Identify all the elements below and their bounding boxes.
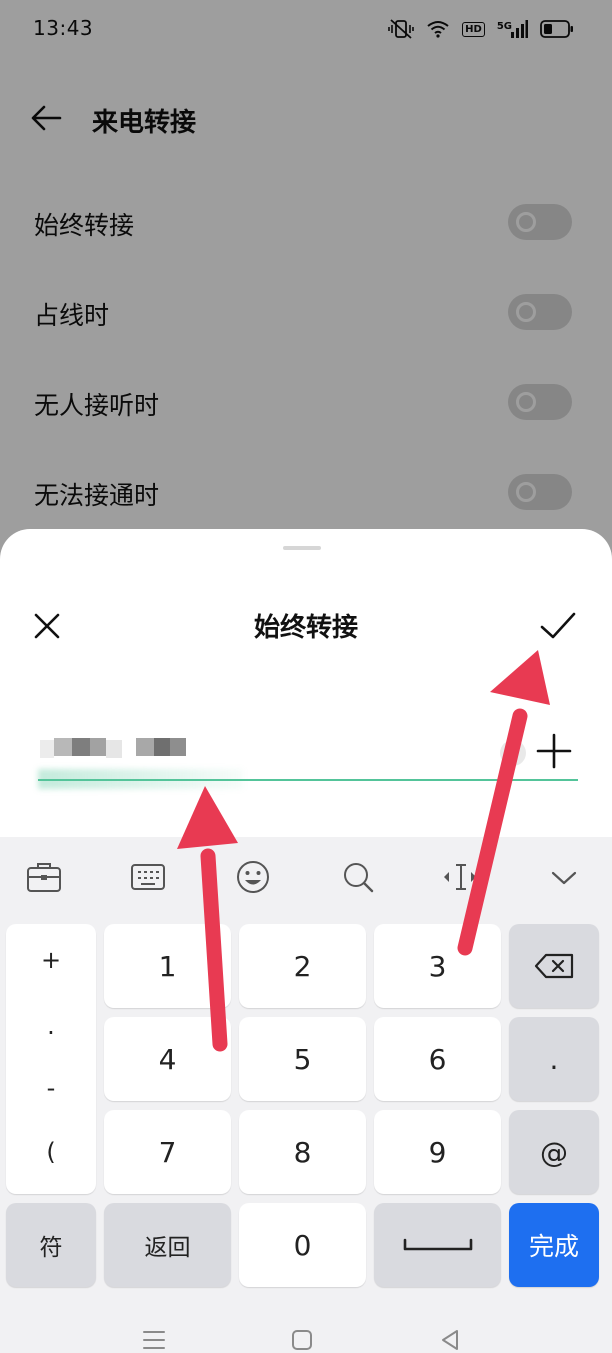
key-3[interactable]: 3	[374, 924, 501, 1008]
input-underline	[38, 779, 578, 781]
chevron-down-icon[interactable]	[544, 859, 584, 895]
back-key[interactable]: 返回	[104, 1203, 231, 1287]
key-at[interactable]: @	[509, 1110, 599, 1194]
key-7[interactable]: 7	[104, 1110, 231, 1194]
key-2[interactable]: 2	[239, 924, 366, 1008]
sheet-title: 始终转接	[253, 613, 358, 643]
symbol-dash[interactable]: -	[6, 1074, 96, 1102]
key-6[interactable]: 6	[374, 1017, 501, 1101]
numeric-keyboard: + . - ( 1 2 3 4 5 6 7 8 9 . @ 符 返回 0 完成	[0, 837, 612, 1353]
key-4[interactable]: 4	[104, 1017, 231, 1101]
key-5[interactable]: 5	[239, 1017, 366, 1101]
search-icon[interactable]	[338, 859, 378, 895]
done-key[interactable]: 完成	[509, 1203, 599, 1287]
forward-number-input[interactable]	[38, 729, 578, 789]
toolbox-icon[interactable]	[24, 859, 64, 895]
symbols-key[interactable]: 符	[6, 1203, 96, 1287]
space-key[interactable]	[374, 1203, 501, 1287]
key-period[interactable]: .	[509, 1017, 599, 1101]
system-nav-bar	[0, 1297, 612, 1353]
checkmark-icon[interactable]	[538, 609, 578, 643]
key-8[interactable]: 8	[239, 1110, 366, 1194]
symbol-plus[interactable]: +	[6, 946, 96, 974]
emoji-icon[interactable]	[233, 859, 273, 895]
backspace-icon	[534, 953, 574, 979]
key-9[interactable]: 9	[374, 1110, 501, 1194]
cursor-move-icon[interactable]	[440, 859, 480, 895]
symbol-paren[interactable]: (	[6, 1138, 96, 1166]
key-0[interactable]: 0	[239, 1203, 366, 1287]
home-icon[interactable]	[289, 1327, 315, 1353]
menu-icon[interactable]	[141, 1327, 167, 1353]
add-contact-icon[interactable]	[536, 733, 572, 769]
back-nav-icon[interactable]	[437, 1327, 463, 1353]
symbol-dot[interactable]: .	[6, 1012, 96, 1040]
clear-input-icon[interactable]	[500, 740, 526, 766]
keyboard-layout-icon[interactable]	[128, 859, 168, 895]
keyboard-toolbar	[0, 837, 612, 917]
backspace-key[interactable]	[509, 924, 599, 1008]
space-icon	[403, 1238, 472, 1251]
drag-handle[interactable]	[283, 546, 321, 550]
symbol-column[interactable]: + . - (	[6, 924, 96, 1194]
key-1[interactable]: 1	[104, 924, 231, 1008]
